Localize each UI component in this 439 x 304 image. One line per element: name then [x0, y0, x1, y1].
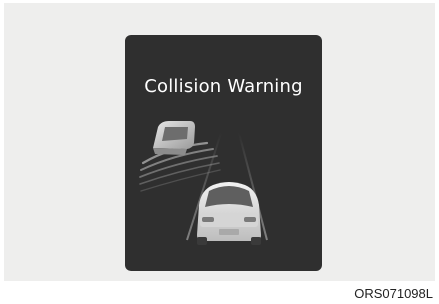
cluster-display: Collision Warning	[125, 35, 322, 271]
own-car-icon	[197, 182, 261, 245]
driving-scene	[139, 121, 268, 245]
figure-code: ORS071098L	[354, 286, 433, 301]
front-vehicle-icon	[153, 121, 195, 155]
